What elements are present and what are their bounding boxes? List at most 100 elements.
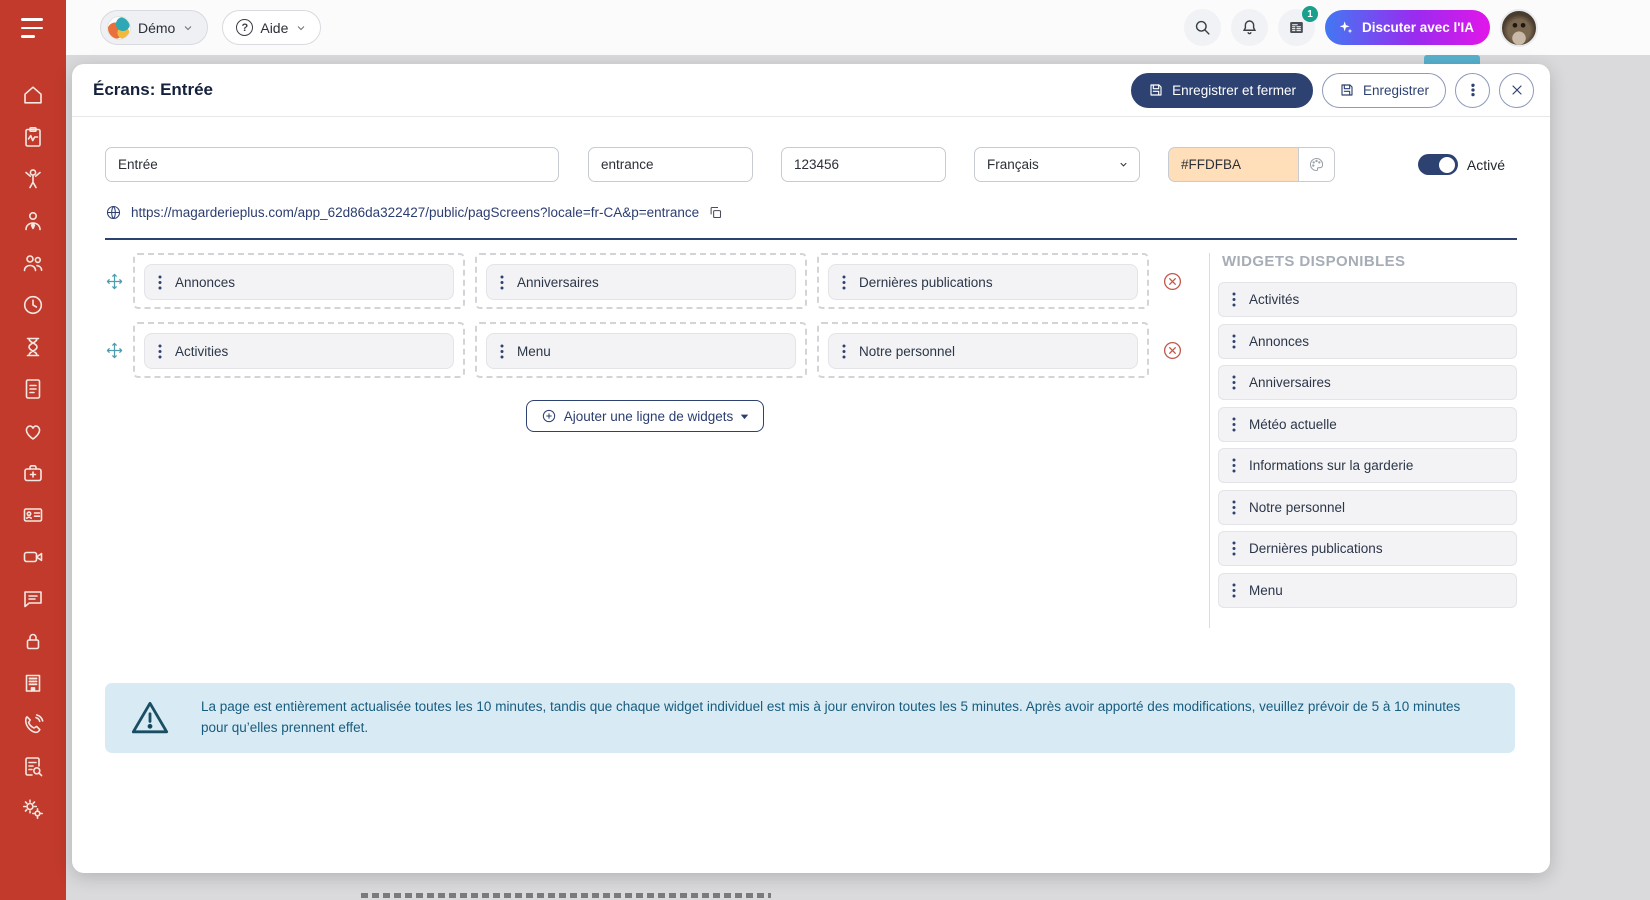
drag-handle-icon	[1232, 500, 1236, 515]
available-widget-chip[interactable]: Anniversaires	[1218, 365, 1517, 400]
hourglass-icon	[21, 335, 45, 359]
available-widget-chip[interactable]: Annonces	[1218, 324, 1517, 359]
drag-handle-icon	[842, 344, 846, 359]
widget-chip[interactable]: Annonces	[144, 264, 454, 300]
sidebar-item-billing[interactable]	[20, 376, 46, 401]
widget-chip[interactable]: Dernières publications	[828, 264, 1138, 300]
user-avatar[interactable]	[1500, 9, 1538, 47]
sidebar-item-reports[interactable]	[20, 754, 46, 779]
sidebar-item-id-cards[interactable]	[20, 502, 46, 527]
color-picker-button[interactable]	[1298, 147, 1335, 182]
palette-icon	[1308, 156, 1325, 173]
sidebar-item-settings[interactable]	[20, 796, 46, 821]
available-widget-chip[interactable]: Activités	[1218, 282, 1517, 317]
drag-handle-icon	[1232, 375, 1236, 390]
add-row-label: Ajouter une ligne de widgets	[564, 409, 734, 424]
sidebar-item-facility[interactable]	[20, 670, 46, 695]
add-row-container: Ajouter une ligne de widgets	[105, 400, 1185, 432]
screen-pin-input[interactable]	[781, 147, 946, 182]
available-widget-chip[interactable]: Météo actuelle	[1218, 407, 1517, 442]
move-row-handle[interactable]	[105, 273, 123, 290]
screen-form: Français Activé	[105, 147, 1517, 182]
remove-row-button[interactable]	[1159, 271, 1185, 292]
screen-name-input[interactable]	[105, 147, 559, 182]
more-options-button[interactable]	[1455, 73, 1490, 108]
save-button[interactable]: Enregistrer	[1322, 73, 1446, 108]
help-icon: ?	[236, 19, 253, 36]
widget-chip[interactable]: Anniversaires	[486, 264, 796, 300]
sidebar	[0, 0, 66, 900]
sidebar-item-staff[interactable]	[20, 208, 46, 233]
widget-chip[interactable]: Notre personnel	[828, 333, 1138, 369]
main-column: Démo ? Aide 1	[66, 0, 1650, 900]
available-widget-label: Annonces	[1249, 334, 1309, 349]
move-row-handle[interactable]	[105, 342, 123, 359]
move-icon	[106, 342, 123, 359]
save-and-close-button[interactable]: Enregistrer et fermer	[1131, 73, 1313, 108]
widget-slot[interactable]: Dernières publications	[817, 253, 1149, 309]
ai-chat-button[interactable]: Discuter avec l'IA	[1325, 10, 1490, 45]
remove-row-button[interactable]	[1159, 340, 1185, 361]
widget-slot[interactable]: Anniversaires	[475, 253, 807, 309]
sidebar-item-health[interactable]	[20, 418, 46, 443]
help-menu[interactable]: ? Aide	[222, 10, 321, 45]
news-button[interactable]: 1	[1278, 9, 1315, 46]
sidebar-item-cameras[interactable]	[20, 544, 46, 569]
active-toggle[interactable]	[1418, 154, 1458, 175]
toggle-knob	[1439, 157, 1455, 173]
language-select[interactable]: Français	[974, 147, 1140, 182]
widget-chip[interactable]: Menu	[486, 333, 796, 369]
sidebar-item-home[interactable]	[20, 82, 46, 107]
building-icon	[21, 671, 45, 695]
help-label: Aide	[260, 20, 288, 36]
widget-chip-label: Dernières publications	[859, 275, 993, 290]
screen-slug-input[interactable]	[588, 147, 753, 182]
sidebar-item-first-aid[interactable]	[20, 460, 46, 485]
org-switcher[interactable]: Démo	[100, 10, 208, 45]
active-label: Activé	[1467, 157, 1505, 173]
refresh-notice: La page est entièrement actualisée toute…	[105, 683, 1515, 753]
available-widget-chip[interactable]: Notre personnel	[1218, 490, 1517, 525]
sidebar-item-activity-report[interactable]	[20, 124, 46, 149]
menu-icon[interactable]	[21, 18, 45, 38]
active-toggle-group: Activé	[1418, 154, 1517, 175]
id-card-icon	[21, 503, 45, 527]
widget-chip-label: Activities	[175, 344, 228, 359]
remove-circle-icon	[1162, 340, 1183, 361]
person-tie-icon	[21, 209, 45, 233]
sidebar-item-security[interactable]	[20, 628, 46, 653]
available-widget-chip[interactable]: Informations sur la garderie	[1218, 448, 1517, 483]
copy-url-button[interactable]	[708, 205, 723, 220]
available-widget-label: Notre personnel	[1249, 500, 1345, 515]
widget-slot[interactable]: Annonces	[133, 253, 465, 309]
sidebar-item-messages[interactable]	[20, 586, 46, 611]
drag-handle-icon	[500, 275, 504, 290]
drag-handle-icon	[1232, 541, 1236, 556]
color-input[interactable]	[1168, 147, 1298, 182]
bell-icon	[1240, 18, 1259, 37]
sidebar-item-families[interactable]	[20, 250, 46, 275]
drag-handle-icon	[158, 344, 162, 359]
app-logo-icon	[107, 16, 131, 40]
remove-circle-icon	[1162, 271, 1183, 292]
widget-chip[interactable]: Activities	[144, 333, 454, 369]
available-widget-chip[interactable]: Menu	[1218, 573, 1517, 608]
sidebar-item-calls[interactable]	[20, 712, 46, 737]
first-aid-kit-icon	[21, 461, 45, 485]
sidebar-item-attendance[interactable]	[20, 292, 46, 317]
drag-handle-icon	[1232, 583, 1236, 598]
public-url-link[interactable]: https://magarderieplus.com/app_62d86da32…	[131, 205, 699, 220]
widget-slot[interactable]: Menu	[475, 322, 807, 378]
search-button[interactable]	[1184, 9, 1221, 46]
sidebar-item-waitlist[interactable]	[20, 334, 46, 359]
widget-slot[interactable]: Notre personnel	[817, 322, 1149, 378]
page-title: Écrans: Entrée	[93, 80, 213, 100]
close-button[interactable]	[1499, 73, 1534, 108]
add-widget-row-button[interactable]: Ajouter une ligne de widgets	[526, 400, 765, 432]
section-divider	[105, 238, 1517, 240]
warning-triangle-icon	[129, 698, 171, 738]
notifications-button[interactable]	[1231, 9, 1268, 46]
widget-slot[interactable]: Activities	[133, 322, 465, 378]
sidebar-item-children[interactable]	[20, 166, 46, 191]
available-widget-chip[interactable]: Dernières publications	[1218, 531, 1517, 566]
